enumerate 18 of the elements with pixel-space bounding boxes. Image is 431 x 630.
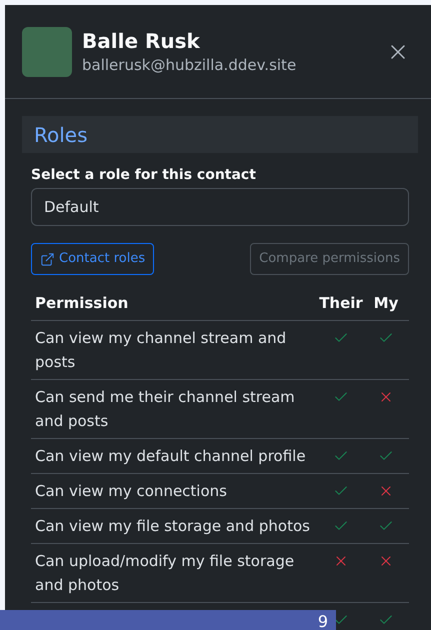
permission-label: Can view my file storage and photos bbox=[35, 517, 310, 535]
role-select-label: Select a role for this contact bbox=[31, 166, 257, 185]
column-header: Permission bbox=[35, 293, 130, 314]
permission-label: Can view my default channel profile bbox=[35, 447, 306, 465]
permission-label: Can send me their channel stream and posts bbox=[35, 388, 295, 430]
permission-label: Can view my channel stream and posts bbox=[35, 329, 286, 371]
external-link-icon bbox=[40, 252, 55, 266]
section-title: Roles bbox=[34, 122, 88, 148]
contact-name: Balle Rusk bbox=[82, 28, 201, 54]
contact-roles-button[interactable]: Contact roles bbox=[31, 243, 154, 275]
avatar-placeholder bbox=[22, 26, 72, 76]
permission-label: Can upload/modify my file storage and photos bbox=[35, 552, 294, 594]
count-label: 9 bbox=[318, 611, 328, 630]
column-header: Their bbox=[318, 293, 364, 314]
contact-address: ballerusk@hubzilla.ddev.site bbox=[82, 54, 298, 76]
role-select[interactable]: Default bbox=[31, 188, 409, 226]
column-header: My bbox=[372, 293, 400, 314]
permission-label: Can view my connections bbox=[35, 482, 227, 500]
